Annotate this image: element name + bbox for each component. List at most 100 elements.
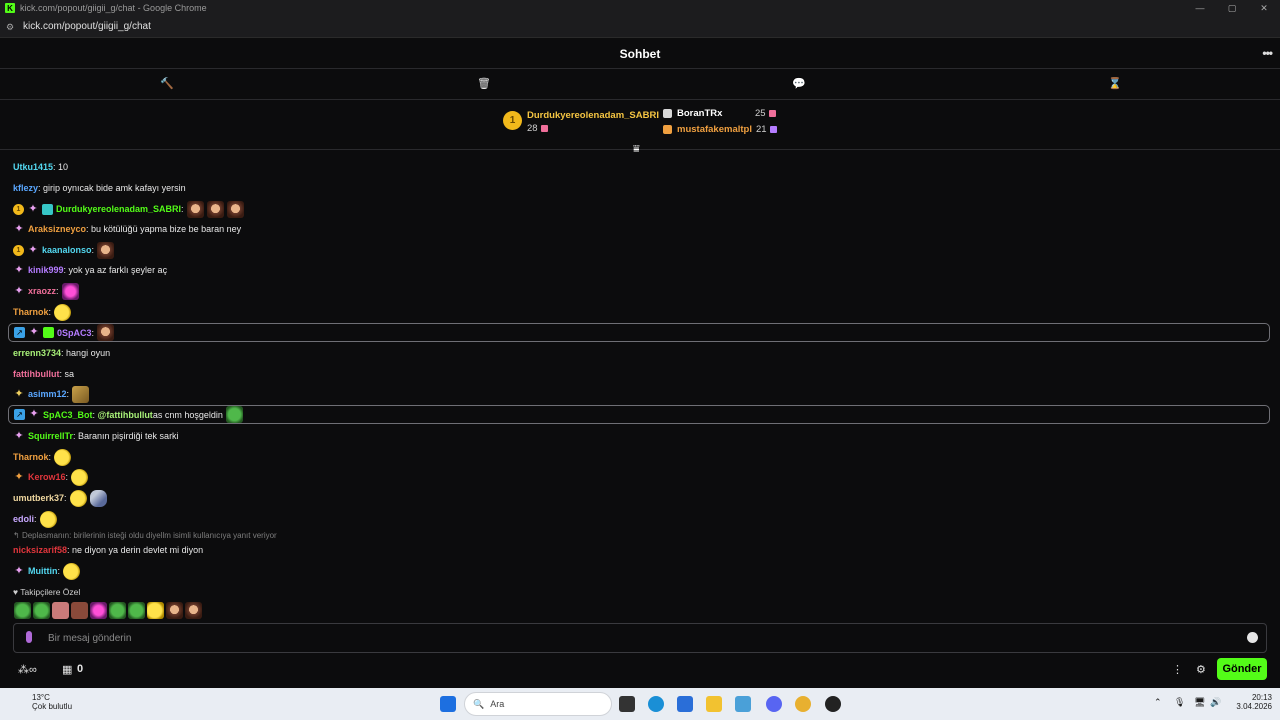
hourglass-icon[interactable]: ⌛	[1108, 77, 1122, 90]
settings-gear-icon[interactable]: ⚙	[1196, 663, 1206, 676]
chat-input-placeholder[interactable]: Bir mesaj gönderin	[48, 633, 131, 644]
username[interactable]: SpAC3_Bot	[43, 410, 93, 420]
mention[interactable]: @fattihbullut	[98, 410, 153, 420]
microphone-icon[interactable]	[26, 631, 32, 643]
weather-desc: Çok bulutlu	[32, 702, 73, 711]
chat-message-highlighted: ↗ ✦ 0SpAC3:	[8, 323, 1270, 342]
network-icon[interactable]: 🖥	[1194, 697, 1205, 708]
clock[interactable]: 20:13 3.04.2026	[1230, 693, 1272, 711]
taskbar-search[interactable]: 🔍 Ara	[464, 692, 612, 716]
message-text: :	[34, 514, 37, 524]
chat-message: ✦ Kerow16:	[13, 468, 89, 486]
leader-second-name[interactable]: BoranTRx	[677, 108, 722, 119]
yellow-emote-icon	[69, 489, 87, 507]
rank-one-badge: 1	[503, 111, 522, 130]
username[interactable]: SquirrelITr	[28, 431, 73, 441]
reply-context[interactable]: ↰ Deplasmanın: birilerinin isteği oldu d…	[13, 531, 277, 540]
og-badge-icon: ↗	[14, 409, 25, 420]
chat-message: 1 ✦ kaanalonso:	[13, 241, 115, 259]
chat-bubble-icon[interactable]: 💬	[792, 77, 806, 90]
kick-logo-icon: K	[5, 3, 15, 13]
url-text[interactable]: kick.com/popout/giigii_g/chat	[23, 21, 151, 32]
weather-widget[interactable]: 13°C Çok bulutlu	[12, 693, 72, 711]
tray-overflow-icon[interactable]: ⌃	[1154, 697, 1162, 708]
task-view-icon[interactable]	[619, 696, 635, 712]
followers-only-label: ♥ Takipçilere Özel	[13, 587, 81, 597]
maximize-button[interactable]: ▢	[1216, 0, 1248, 16]
leader-third-name[interactable]: mustafakemaltpl	[677, 124, 752, 135]
username[interactable]: kaanalonso	[42, 245, 92, 255]
leader-first-count: 28	[527, 123, 548, 134]
username[interactable]: Tharnok	[13, 307, 49, 317]
face-emote-icon[interactable]	[166, 602, 183, 619]
more-options-icon[interactable]: •••	[1262, 46, 1273, 60]
emote-quickbar	[14, 602, 202, 619]
points-icon[interactable]: ⁂∞	[18, 663, 37, 676]
app-icon[interactable]	[825, 696, 841, 712]
trash-icon[interactable]: 🗑	[477, 77, 491, 90]
address-bar[interactable]: ⚙ kick.com/popout/giigii_g/chat	[0, 16, 1280, 38]
username[interactable]: fattihbullut	[13, 369, 60, 379]
username[interactable]: asimm12	[28, 389, 67, 399]
volume-icon[interactable]: 🔊	[1210, 697, 1221, 708]
chrome-icon[interactable]	[795, 696, 811, 712]
username[interactable]: kinik999	[28, 265, 64, 275]
face-emote-icon[interactable]	[71, 602, 88, 619]
username[interactable]: errenn3734	[13, 348, 61, 358]
face-emote-icon[interactable]	[52, 602, 69, 619]
chat-input[interactable]: Bir mesaj gönderin	[13, 623, 1267, 653]
chat-message: ✦ Araksizneyco: bu kötülüğü yapma bize be…	[13, 220, 241, 238]
discord-icon[interactable]	[766, 696, 782, 712]
rank-three-icon	[663, 125, 672, 134]
frog-emote-icon[interactable]	[128, 602, 145, 619]
leader-first-name[interactable]: Durdukyereolenadam_SABRI	[527, 110, 659, 121]
send-button[interactable]: Gönder	[1217, 658, 1267, 680]
butterfly-badge-icon: ✦	[29, 408, 39, 420]
username[interactable]: 0SpAC3	[57, 328, 92, 338]
windows-start-icon[interactable]	[440, 696, 456, 712]
mic-tray-icon[interactable]: 🎙	[1174, 697, 1185, 708]
points-count: 0	[77, 663, 84, 675]
frog-emote-icon[interactable]	[14, 602, 31, 619]
file-explorer-icon[interactable]	[706, 696, 722, 712]
minimize-button[interactable]: —	[1184, 0, 1216, 16]
username[interactable]: xraozz	[28, 286, 56, 296]
username[interactable]: Durdukyereolenadam_SABRI	[56, 204, 181, 214]
pink-emote-icon[interactable]	[90, 602, 107, 619]
site-settings-icon[interactable]: ⚙	[6, 22, 18, 32]
close-button[interactable]: ✕	[1248, 0, 1280, 16]
chat-messages: Utku1415: 10 kflezy: girip oynıcak bide …	[0, 150, 1280, 620]
butterfly-badge-icon: ✦	[14, 387, 24, 400]
username[interactable]: edoli	[13, 514, 34, 524]
leader-third-count: 21	[756, 124, 777, 135]
username[interactable]: nicksizarif58	[13, 545, 67, 555]
butterfly-badge-icon: ✦	[28, 202, 38, 215]
message-text: : bu kötülüğü yapma bize be baran ney	[86, 224, 242, 234]
yellow-emote-icon	[54, 448, 72, 466]
face-emote-icon[interactable]	[185, 602, 202, 619]
store-icon[interactable]: ▦	[62, 663, 72, 676]
username[interactable]: Utku1415	[13, 162, 53, 172]
edge-icon[interactable]	[648, 696, 664, 712]
ban-hammer-icon[interactable]: 🔨	[160, 77, 174, 90]
username[interactable]: kflezy	[13, 183, 38, 193]
frog-emote-icon[interactable]	[33, 602, 50, 619]
username[interactable]: umutberk37	[13, 493, 64, 503]
yellow-emote-icon[interactable]	[147, 602, 164, 619]
username[interactable]: Tharnok	[13, 452, 49, 462]
face-emote-icon	[97, 241, 115, 259]
store-app-icon[interactable]	[677, 696, 693, 712]
emoji-picker-icon[interactable]	[1247, 632, 1258, 643]
app-icon[interactable]	[735, 696, 751, 712]
username[interactable]: Muittin	[28, 566, 58, 576]
gift-leaderboard: 1 Durdukyereolenadam_SABRI 28 BoranTRx 2…	[0, 100, 1280, 150]
face-emote-icon	[97, 324, 115, 341]
username[interactable]: Kerow16	[28, 472, 66, 482]
message-text: :	[64, 493, 67, 503]
chat-message: ✦ xraozz:	[13, 282, 79, 300]
pink-emote-icon	[61, 282, 79, 300]
windows-taskbar: 13°C Çok bulutlu 🔍 Ara ⌃ 🎙 🖥 🔊 20:13 3.04.2…	[0, 688, 1280, 720]
more-vertical-icon[interactable]: ⋮	[1172, 663, 1183, 676]
frog-emote-icon[interactable]	[109, 602, 126, 619]
username[interactable]: Araksizneyco	[28, 224, 86, 234]
